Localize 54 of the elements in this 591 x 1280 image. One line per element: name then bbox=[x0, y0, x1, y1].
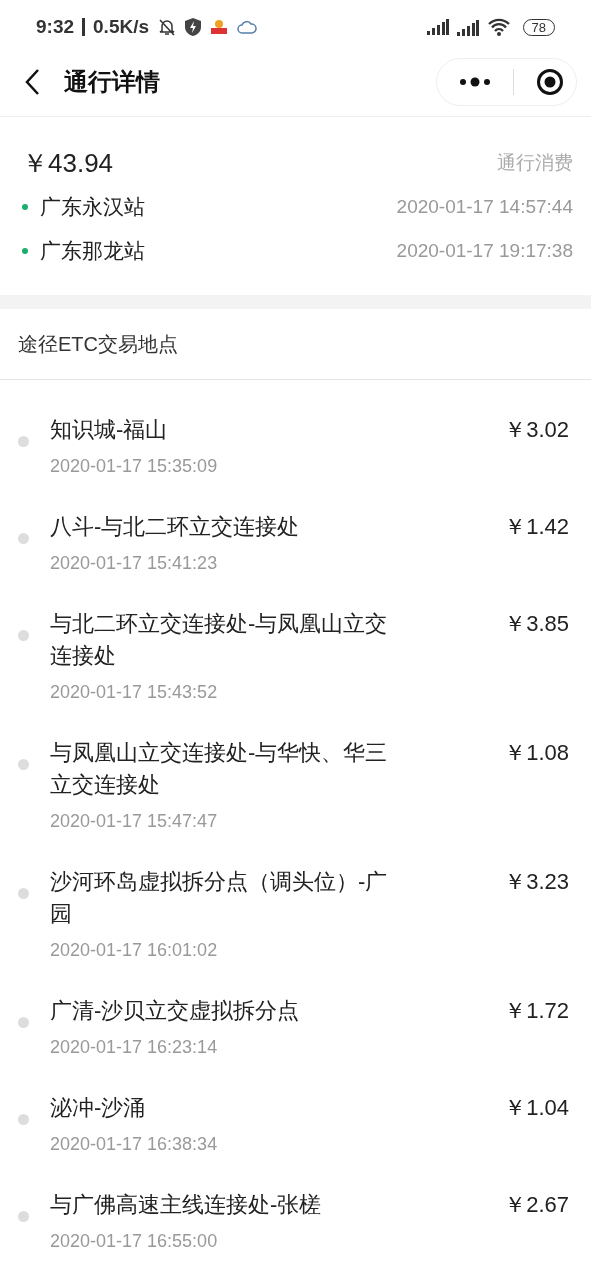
transaction-amount: ￥1.72 bbox=[504, 997, 569, 1025]
section-title: 途径ETC交易地点 bbox=[18, 331, 178, 357]
status-time: 9:32 bbox=[36, 16, 75, 38]
total-amount: ￥43.94 bbox=[22, 146, 114, 180]
timeline-dot bbox=[18, 436, 29, 447]
timeline-dot bbox=[18, 1211, 29, 1222]
summary-label: 通行消费 bbox=[497, 151, 573, 175]
station-name: 广东那龙站 bbox=[40, 238, 145, 264]
bell-off-icon bbox=[157, 17, 177, 37]
timeline-dot bbox=[18, 1017, 29, 1028]
transaction-time: 2020-01-17 15:43:52 bbox=[50, 681, 219, 704]
back-icon[interactable] bbox=[24, 68, 40, 96]
page-title: 通行详情 bbox=[64, 67, 160, 97]
transaction-amount: ￥1.08 bbox=[504, 739, 569, 767]
transaction-time: 2020-01-17 16:23:14 bbox=[50, 1036, 219, 1059]
transaction-time: 2020-01-17 15:47:47 bbox=[50, 810, 219, 833]
timeline-dot bbox=[18, 888, 29, 899]
transaction-time: 2020-01-17 15:35:09 bbox=[50, 455, 219, 478]
cloud-icon bbox=[237, 20, 257, 34]
transaction-amount: ￥1.04 bbox=[504, 1094, 569, 1122]
transaction-amount: ￥1.42 bbox=[504, 513, 569, 541]
signal-icon bbox=[456, 18, 479, 36]
transaction-time: 2020-01-17 15:41:23 bbox=[50, 552, 219, 575]
transaction-location: 知识城-福山 bbox=[50, 416, 169, 444]
transaction-location: 与北二环立交连接处-与凤凰山立交连接处 bbox=[50, 610, 389, 670]
more-icon[interactable] bbox=[459, 77, 491, 87]
timeline-dot bbox=[18, 630, 29, 641]
transaction-time: 2020-01-17 16:55:00 bbox=[50, 1230, 219, 1253]
timeline-dot bbox=[18, 759, 29, 770]
app-icon bbox=[209, 18, 229, 36]
station-time: 2020-01-17 19:17:38 bbox=[396, 240, 573, 262]
station-dot bbox=[22, 248, 28, 254]
transaction-amount: ￥2.67 bbox=[504, 1191, 569, 1219]
timeline-dot bbox=[18, 533, 29, 544]
timeline-dot bbox=[18, 1114, 29, 1125]
shield-icon bbox=[185, 18, 201, 36]
network-speed: 0.5K/s bbox=[93, 16, 149, 38]
transaction-location: 泌冲-沙涌 bbox=[50, 1094, 147, 1122]
transaction-location: 广清-沙贝立交虚拟拆分点 bbox=[50, 997, 301, 1025]
transaction-location: 与广佛高速主线连接处-张槎 bbox=[50, 1191, 323, 1219]
wifi-icon bbox=[486, 18, 511, 36]
transaction-amount: ￥3.23 bbox=[504, 868, 569, 896]
station-name: 广东永汉站 bbox=[40, 194, 145, 220]
signal-icon bbox=[426, 19, 449, 35]
station-time: 2020-01-17 14:57:44 bbox=[396, 196, 573, 218]
transaction-amount: ￥3.02 bbox=[504, 416, 569, 444]
station-dot bbox=[22, 204, 28, 210]
transaction-amount: ￥3.85 bbox=[504, 610, 569, 638]
transaction-location: 沙河环岛虚拟拆分点（调头位）-广园 bbox=[50, 868, 389, 928]
transaction-time: 2020-01-17 16:01:02 bbox=[50, 939, 219, 962]
close-icon[interactable] bbox=[536, 68, 564, 96]
transaction-location: 八斗-与北二环立交连接处 bbox=[50, 513, 301, 541]
transaction-location: 与凤凰山立交连接处-与华快、华三立交连接处 bbox=[50, 739, 389, 799]
transaction-time: 2020-01-17 16:38:34 bbox=[50, 1133, 219, 1156]
